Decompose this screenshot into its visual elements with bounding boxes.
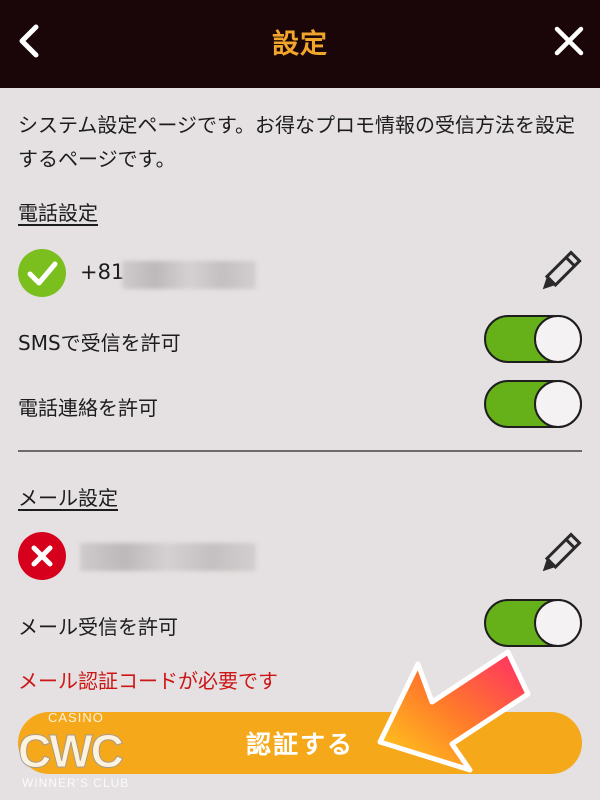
toggle-knob: [534, 599, 582, 647]
close-icon: [554, 26, 584, 56]
email-address-redacted: [80, 543, 256, 571]
app-header: 設定: [0, 0, 600, 88]
verify-button[interactable]: 認証する: [18, 712, 582, 774]
edit-phone-button[interactable]: [534, 248, 584, 298]
email-permission-toggle[interactable]: [484, 599, 582, 647]
pencil-icon: [542, 250, 582, 290]
call-permission-toggle[interactable]: [484, 380, 582, 428]
phone-number-redacted: [122, 261, 256, 289]
verify-button-label: 認証する: [245, 730, 354, 759]
section-divider: [18, 450, 582, 452]
unverified-icon: [18, 532, 66, 580]
sms-permission-label: SMSで受信を許可: [18, 331, 181, 355]
verified-icon: [18, 249, 66, 297]
pencil-icon: [542, 532, 582, 572]
sms-permission-toggle[interactable]: [484, 315, 582, 363]
call-permission-label: 電話連絡を許可: [18, 396, 158, 420]
watermark-bottom-text: WINNER'S CLUB: [22, 776, 130, 790]
email-verification-warning: メール認証コードが必要です: [18, 669, 278, 693]
toggle-knob: [534, 380, 582, 428]
close-button[interactable]: [546, 18, 592, 64]
edit-email-button[interactable]: [534, 530, 584, 580]
email-permission-label: メール受信を許可: [18, 615, 178, 639]
toggle-knob: [534, 315, 582, 363]
phone-section-title: 電話設定: [18, 201, 98, 225]
email-section-title: メール設定: [18, 486, 118, 510]
phone-number-prefix: +81: [80, 260, 125, 284]
page-title: 設定: [272, 29, 328, 60]
intro-text: システム設定ページです。お得なプロモ情報の受信方法を設定するページです。: [18, 113, 575, 171]
